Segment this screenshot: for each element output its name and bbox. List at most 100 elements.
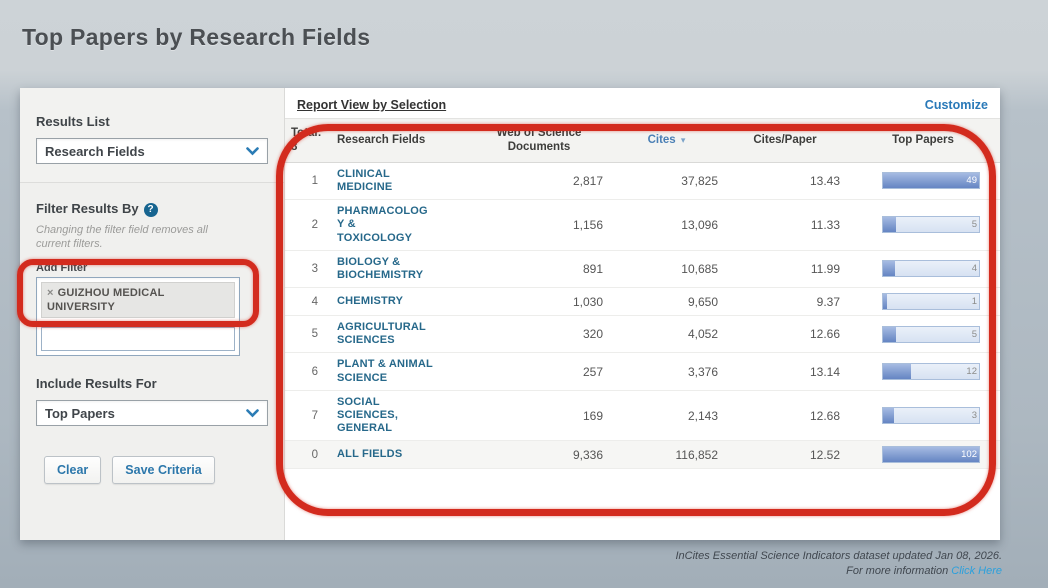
include-results-section: Include Results For Top Papers: [20, 356, 284, 426]
top-papers-value: 102: [961, 447, 977, 462]
top-papers-bar-fill: [883, 327, 896, 342]
column-header-top-papers[interactable]: Top Papers: [846, 119, 1000, 162]
table-row: 4 CHEMISTRY 1,030 9,650 9.37 1: [285, 288, 1000, 316]
top-papers-value: 5: [972, 217, 977, 232]
research-field-link[interactable]: BIOLOGY & BIOCHEMISTRY: [331, 250, 469, 287]
top-papers-bar[interactable]: 102: [882, 446, 980, 463]
table-row: 1 CLINICAL MEDICINE 2,817 37,825 13.43 4…: [285, 162, 1000, 199]
cites-per-paper-value: 11.99: [724, 250, 846, 287]
wos-documents-value: 169: [469, 390, 609, 441]
cites-per-paper-value: 12.66: [724, 316, 846, 353]
total-count-header: Total: 8: [285, 119, 331, 162]
cites-per-paper-value: 12.52: [724, 441, 846, 469]
research-field-link[interactable]: PLANT & ANIMAL SCIENCE: [331, 353, 469, 390]
top-papers-value: 4: [972, 261, 977, 276]
cites-per-paper-value: 13.43: [724, 162, 846, 199]
research-field-link[interactable]: SOCIAL SCIENCES, GENERAL: [331, 390, 469, 441]
top-papers-value: 5: [972, 327, 977, 342]
top-papers-cell: 4: [846, 250, 1000, 287]
cites-value: 3,376: [609, 353, 724, 390]
cites-value: 4,052: [609, 316, 724, 353]
footer-note: InCites Essential Science Indicators dat…: [675, 549, 1002, 580]
top-papers-bar[interactable]: 1: [882, 293, 980, 310]
wos-documents-value: 2,817: [469, 162, 609, 199]
row-rank: 2: [285, 200, 331, 251]
column-header-wos-documents[interactable]: Web of Science Documents: [469, 119, 609, 162]
customize-link[interactable]: Customize: [925, 98, 988, 112]
filter-note: Changing the filter field removes all cu…: [36, 223, 241, 252]
top-papers-bar-fill: [883, 364, 911, 379]
add-filter-label: Add Filter: [36, 262, 268, 274]
results-list-section: Results List Research Fields: [20, 88, 284, 183]
row-rank: 5: [285, 316, 331, 353]
research-field-link[interactable]: CLINICAL MEDICINE: [331, 162, 469, 199]
top-papers-bar[interactable]: 5: [882, 216, 980, 233]
help-icon[interactable]: ?: [144, 203, 158, 217]
table-row: 0 ALL FIELDS 9,336 116,852 12.52 102: [285, 441, 1000, 469]
top-papers-cell: 1: [846, 288, 1000, 316]
row-rank: 0: [285, 441, 331, 469]
research-field-link[interactable]: CHEMISTRY: [331, 288, 469, 316]
row-rank: 3: [285, 250, 331, 287]
research-field-link[interactable]: PHARMACOLOG Y & TOXICOLOGY: [331, 200, 469, 251]
cites-per-paper-value: 13.14: [724, 353, 846, 390]
footer-info-line: For more information Click Here: [675, 564, 1002, 579]
column-header-cites[interactable]: Cites ▾: [609, 119, 724, 162]
table-row: 3 BIOLOGY & BIOCHEMISTRY 891 10,685 11.9…: [285, 250, 1000, 287]
column-header-research-fields: Research Fields: [331, 119, 469, 162]
results-list-selected-value: Research Fields: [45, 144, 145, 159]
top-papers-bar[interactable]: 5: [882, 326, 980, 343]
top-papers-bar[interactable]: 12: [882, 363, 980, 380]
top-papers-bar[interactable]: 49: [882, 172, 980, 189]
cites-value: 10,685: [609, 250, 724, 287]
top-papers-bar-fill: [883, 261, 895, 276]
include-results-label: Include Results For: [36, 376, 268, 391]
clear-button[interactable]: Clear: [44, 456, 101, 484]
wos-documents-value: 9,336: [469, 441, 609, 469]
cites-per-paper-value: 11.33: [724, 200, 846, 251]
cites-value: 37,825: [609, 162, 724, 199]
click-here-link[interactable]: Click Here: [951, 565, 1002, 577]
table-header-row: Total: 8 Research Fields Web of Science …: [285, 119, 1000, 162]
report-view-by-selection[interactable]: Report View by Selection: [297, 98, 446, 112]
cites-value: 9,650: [609, 288, 724, 316]
top-papers-cell: 5: [846, 316, 1000, 353]
include-results-dropdown[interactable]: Top Papers: [36, 400, 268, 426]
table-row: 2 PHARMACOLOG Y & TOXICOLOGY 1,156 13,09…: [285, 200, 1000, 251]
top-papers-bar[interactable]: 3: [882, 407, 980, 424]
filter-section-label: Filter Results By?: [36, 201, 268, 217]
page-title: Top Papers by Research Fields: [22, 24, 370, 51]
top-papers-cell: 102: [846, 441, 1000, 469]
filter-section: Filter Results By? Changing the filter f…: [20, 183, 284, 356]
remove-filter-icon[interactable]: ×: [47, 287, 54, 299]
include-results-selected-value: Top Papers: [45, 406, 115, 421]
chevron-down-icon: [246, 409, 259, 418]
filter-tags-box[interactable]: ×GUIZHOU MEDICAL UNIVERSITY: [36, 277, 240, 357]
results-list-dropdown[interactable]: Research Fields: [36, 138, 268, 164]
top-papers-value: 3: [972, 408, 977, 423]
total-count: 8: [291, 140, 327, 154]
table-row: 5 AGRICULTURAL SCIENCES 320 4,052 12.66 …: [285, 316, 1000, 353]
cites-header-label: Cites: [648, 134, 676, 146]
top-papers-bar-fill: [883, 294, 887, 309]
top-papers-cell: 3: [846, 390, 1000, 441]
table-row: 7 SOCIAL SCIENCES, GENERAL 169 2,143 12.…: [285, 390, 1000, 441]
wos-documents-value: 1,030: [469, 288, 609, 316]
sidebar-buttons: Clear Save Criteria: [20, 426, 284, 484]
top-papers-value: 1: [972, 294, 977, 309]
wos-documents-value: 320: [469, 316, 609, 353]
cites-per-paper-value: 12.68: [724, 390, 846, 441]
results-list-label: Results List: [36, 114, 268, 129]
filter-tag: ×GUIZHOU MEDICAL UNIVERSITY: [41, 282, 235, 319]
table-row: 6 PLANT & ANIMAL SCIENCE 257 3,376 13.14…: [285, 353, 1000, 390]
top-papers-bar-fill: [883, 408, 894, 423]
filter-text-input[interactable]: [41, 327, 235, 351]
top-papers-bar[interactable]: 4: [882, 260, 980, 277]
research-field-link[interactable]: ALL FIELDS: [331, 441, 469, 469]
column-header-cites-per-paper[interactable]: Cites/Paper: [724, 119, 846, 162]
sidebar: Results List Research Fields Filter Resu…: [20, 88, 285, 540]
research-field-link[interactable]: AGRICULTURAL SCIENCES: [331, 316, 469, 353]
save-criteria-button[interactable]: Save Criteria: [112, 456, 214, 484]
top-papers-bar-fill: [883, 173, 979, 188]
cites-per-paper-value: 9.37: [724, 288, 846, 316]
